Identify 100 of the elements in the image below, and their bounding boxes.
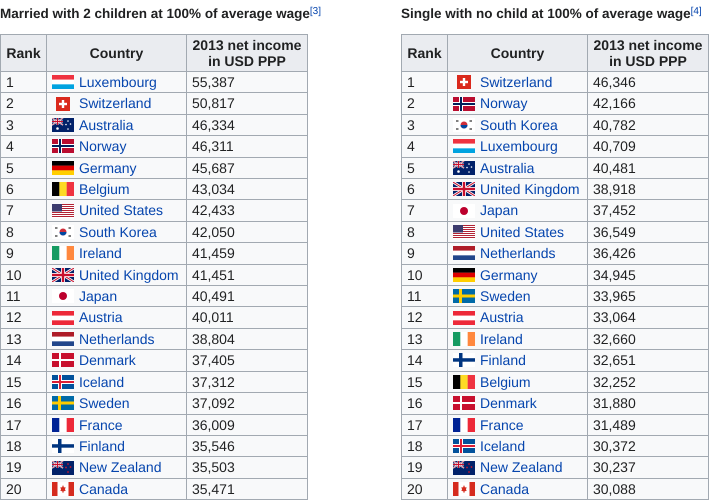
income-cell: 43,034 xyxy=(186,178,308,200)
rank-cell: 11 xyxy=(402,286,448,307)
income-cell: 35,471 xyxy=(186,478,308,500)
rank-cell: 19 xyxy=(0,456,46,478)
flag-icon xyxy=(52,182,74,196)
country-link[interactable]: Luxembourg xyxy=(480,136,558,157)
income-cell: 31,489 xyxy=(587,414,708,436)
flag-icon xyxy=(452,418,475,432)
country-link[interactable]: Switzerland xyxy=(480,72,552,92)
income-cell: 33,064 xyxy=(587,306,708,328)
income-cell: 31,880 xyxy=(587,392,708,414)
country-link[interactable]: Canada xyxy=(78,478,128,500)
flag-icon xyxy=(452,160,475,175)
country-link[interactable]: Norway xyxy=(480,93,528,114)
country-link[interactable]: Japan xyxy=(480,200,518,221)
country-link[interactable]: Belgium xyxy=(78,179,130,200)
income-cell: 30,237 xyxy=(587,456,708,478)
income-cell: 38,804 xyxy=(186,328,308,350)
country-link[interactable]: Luxembourg xyxy=(78,72,157,92)
flag-icon xyxy=(52,139,74,154)
rank-cell: 13 xyxy=(402,328,448,350)
country-link[interactable]: Austria xyxy=(480,307,524,328)
country-link[interactable]: Denmark xyxy=(480,393,537,414)
country-link[interactable]: New Zealand xyxy=(78,457,162,478)
country-link[interactable]: Canada xyxy=(480,478,530,500)
country-link[interactable]: Australia xyxy=(78,114,134,136)
rank-cell: 3 xyxy=(402,114,448,136)
income-cell: 37,092 xyxy=(186,392,308,414)
country-link[interactable]: Denmark xyxy=(78,350,136,371)
flag-icon xyxy=(452,374,475,389)
country-link[interactable]: France xyxy=(78,414,123,435)
income-cell: 41,451 xyxy=(186,264,308,286)
flag-icon xyxy=(52,460,74,475)
country-link[interactable]: Belgium xyxy=(480,372,531,392)
flag-icon xyxy=(452,482,475,496)
flag-icon xyxy=(52,439,74,454)
income-cell: 46,311 xyxy=(186,136,308,158)
country-link[interactable]: Netherlands xyxy=(480,243,556,264)
income-cell: 46,334 xyxy=(186,114,308,136)
country-link[interactable]: Norway xyxy=(78,136,126,157)
income-cell: 55,387 xyxy=(186,72,308,93)
country-link[interactable]: United States xyxy=(78,200,164,221)
rank-cell: 10 xyxy=(0,264,46,286)
country-link[interactable]: Ireland xyxy=(480,328,523,350)
rank-cell: 4 xyxy=(402,136,448,158)
country-link[interactable]: Switzerland xyxy=(78,93,152,114)
country-link[interactable]: Japan xyxy=(78,286,118,306)
rank-cell: 7 xyxy=(402,200,448,222)
flag-icon xyxy=(452,310,475,325)
income-cell: 50,817 xyxy=(186,92,308,114)
flag-icon xyxy=(452,118,475,132)
income-cell: 40,481 xyxy=(587,157,708,179)
rank-cell: 6 xyxy=(0,178,46,200)
country-link[interactable]: Iceland xyxy=(78,372,124,392)
rank-cell: 1 xyxy=(402,72,448,93)
rank-cell: 10 xyxy=(402,264,448,286)
flag-icon xyxy=(452,225,475,240)
country-link[interactable]: Australia xyxy=(480,158,534,178)
rank-cell: 12 xyxy=(402,306,448,328)
rank-cell: 12 xyxy=(0,306,46,328)
income-cell: 30,372 xyxy=(587,435,708,457)
country-link[interactable]: Finland xyxy=(480,350,526,371)
country-link[interactable]: Germany xyxy=(480,264,538,286)
flag-icon xyxy=(452,139,475,154)
rank-cell: 19 xyxy=(402,456,448,478)
income-cell: 37,452 xyxy=(587,200,708,222)
income-cell: 30,088 xyxy=(587,478,708,500)
rank-cell: 2 xyxy=(402,92,448,114)
income-cell: 45,687 xyxy=(186,157,308,179)
country-link[interactable]: Ireland xyxy=(78,243,122,264)
income-cell: 33,965 xyxy=(587,286,708,307)
rank-cell: 9 xyxy=(0,242,46,264)
income-cell: 36,549 xyxy=(587,221,708,243)
country-link[interactable]: South Korea xyxy=(78,222,157,242)
rank-cell: 3 xyxy=(0,114,46,136)
country-link[interactable]: Netherlands xyxy=(78,328,154,350)
rank-cell: 15 xyxy=(0,371,46,393)
country-link[interactable]: United States xyxy=(480,222,564,242)
country-link[interactable]: Sweden xyxy=(480,286,531,306)
flag-icon xyxy=(52,225,74,240)
country-link[interactable]: France xyxy=(480,414,524,435)
flag-icon xyxy=(452,182,475,196)
flag-icon xyxy=(452,289,475,304)
country-link[interactable]: South Korea xyxy=(480,114,558,136)
rank-cell: 18 xyxy=(0,435,46,457)
country-link[interactable]: Iceland xyxy=(480,436,526,456)
flag-icon xyxy=(52,160,74,175)
income-cell: 42,166 xyxy=(587,92,708,114)
country-link[interactable]: United Kingdom xyxy=(480,179,580,200)
country-link[interactable]: Austria xyxy=(78,307,123,328)
country-link[interactable]: New Zealand xyxy=(480,457,562,478)
country-link[interactable]: United Kingdom xyxy=(78,264,179,286)
income-cell: 32,651 xyxy=(587,350,708,372)
income-cell: 40,011 xyxy=(186,306,308,328)
country-link[interactable]: Sweden xyxy=(78,393,130,414)
column-header: Rank xyxy=(0,34,46,72)
income-cell: 46,346 xyxy=(587,72,708,93)
country-link[interactable]: Finland xyxy=(78,436,125,456)
flag-icon xyxy=(452,396,475,410)
country-link[interactable]: Germany xyxy=(78,158,137,178)
